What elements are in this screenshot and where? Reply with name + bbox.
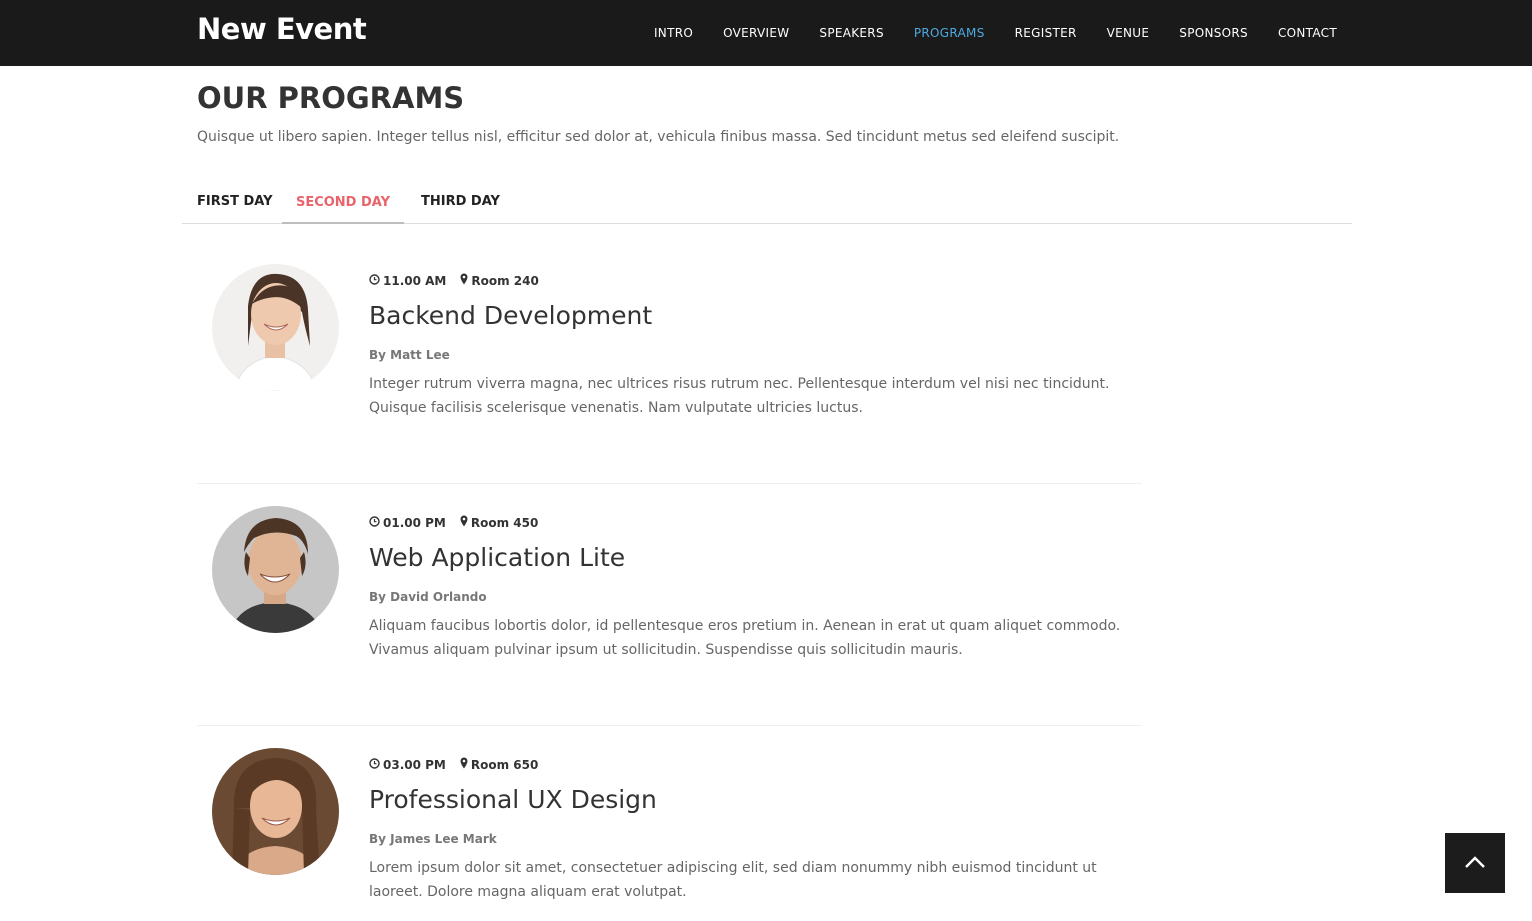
speaker-photo [212,748,339,875]
tab-second-day[interactable]: SECOND DAY [282,183,404,224]
speaker-photo [212,264,339,391]
nav-item-overview[interactable]: OVERVIEW [723,26,789,40]
program-title: Professional UX Design [369,785,657,814]
nav-item-contact[interactable]: CONTACT [1278,26,1337,40]
program-description: Lorem ipsum dolor sit amet, consectetuer… [369,860,1097,900]
program-time: 01.00 PM [383,515,446,530]
speaker-photo [212,506,339,633]
clock-icon [369,515,380,530]
program-meta: 03.00 PM Room 650 [369,757,552,772]
program-room: Room 240 [471,273,539,288]
map-marker-icon [460,273,468,288]
nav-item-intro[interactable]: INTRO [654,26,693,40]
clock-icon [369,757,380,772]
program-time: 03.00 PM [383,757,446,772]
program-item: 11.00 AM Room 240 Backend Development By… [197,242,1142,484]
program-speaker: By Matt Lee [369,348,450,362]
program-room: Room 650 [470,757,539,772]
program-title: Web Application Lite [369,543,626,572]
day-tabs: FIRST DAY SECOND DAY THIRD DAY [182,183,1352,224]
main-nav: INTRO OVERVIEW SPEAKERS PROGRAMS REGISTE… [624,0,1337,66]
top-navbar: New Event INTRO OVERVIEW SPEAKERS PROGRA… [0,0,1532,66]
program-time: 11.00 AM [383,273,447,288]
nav-item-register[interactable]: REGISTER [1015,26,1077,40]
program-description: Integer rutrum viverra magna, nec ultric… [369,376,1110,416]
section-subtitle: Quisque ut libero sapien. Integer tellus… [197,129,1120,145]
back-to-top-button[interactable] [1445,833,1505,893]
program-speaker: By David Orlando [369,590,487,604]
nav-item-sponsors[interactable]: SPONSORS [1179,26,1248,40]
map-marker-icon [460,515,468,530]
map-marker-icon [460,757,468,772]
tab-first-day[interactable]: FIRST DAY [197,183,273,224]
brand-logo[interactable]: New Event [197,12,367,46]
tab-third-day[interactable]: THIRD DAY [421,183,500,224]
program-item: 03.00 PM Room 650 Professional UX Design… [197,726,1142,921]
program-meta: 01.00 PM Room 450 [369,515,552,530]
clock-icon [369,273,380,288]
nav-item-venue[interactable]: VENUE [1107,26,1150,40]
program-description: Aliquam faucibus lobortis dolor, id pell… [369,618,1121,658]
program-room: Room 450 [470,515,539,530]
program-speaker: By James Lee Mark [369,832,497,846]
nav-item-speakers[interactable]: SPEAKERS [819,26,883,40]
chevron-up-icon [1464,854,1486,873]
program-meta: 11.00 AM Room 240 [369,273,553,288]
nav-item-programs[interactable]: PROGRAMS [914,26,985,40]
program-item: 01.00 PM Room 450 Web Application Lite B… [197,484,1142,726]
section-title: OUR PROGRAMS [197,81,465,115]
program-title: Backend Development [369,301,653,330]
